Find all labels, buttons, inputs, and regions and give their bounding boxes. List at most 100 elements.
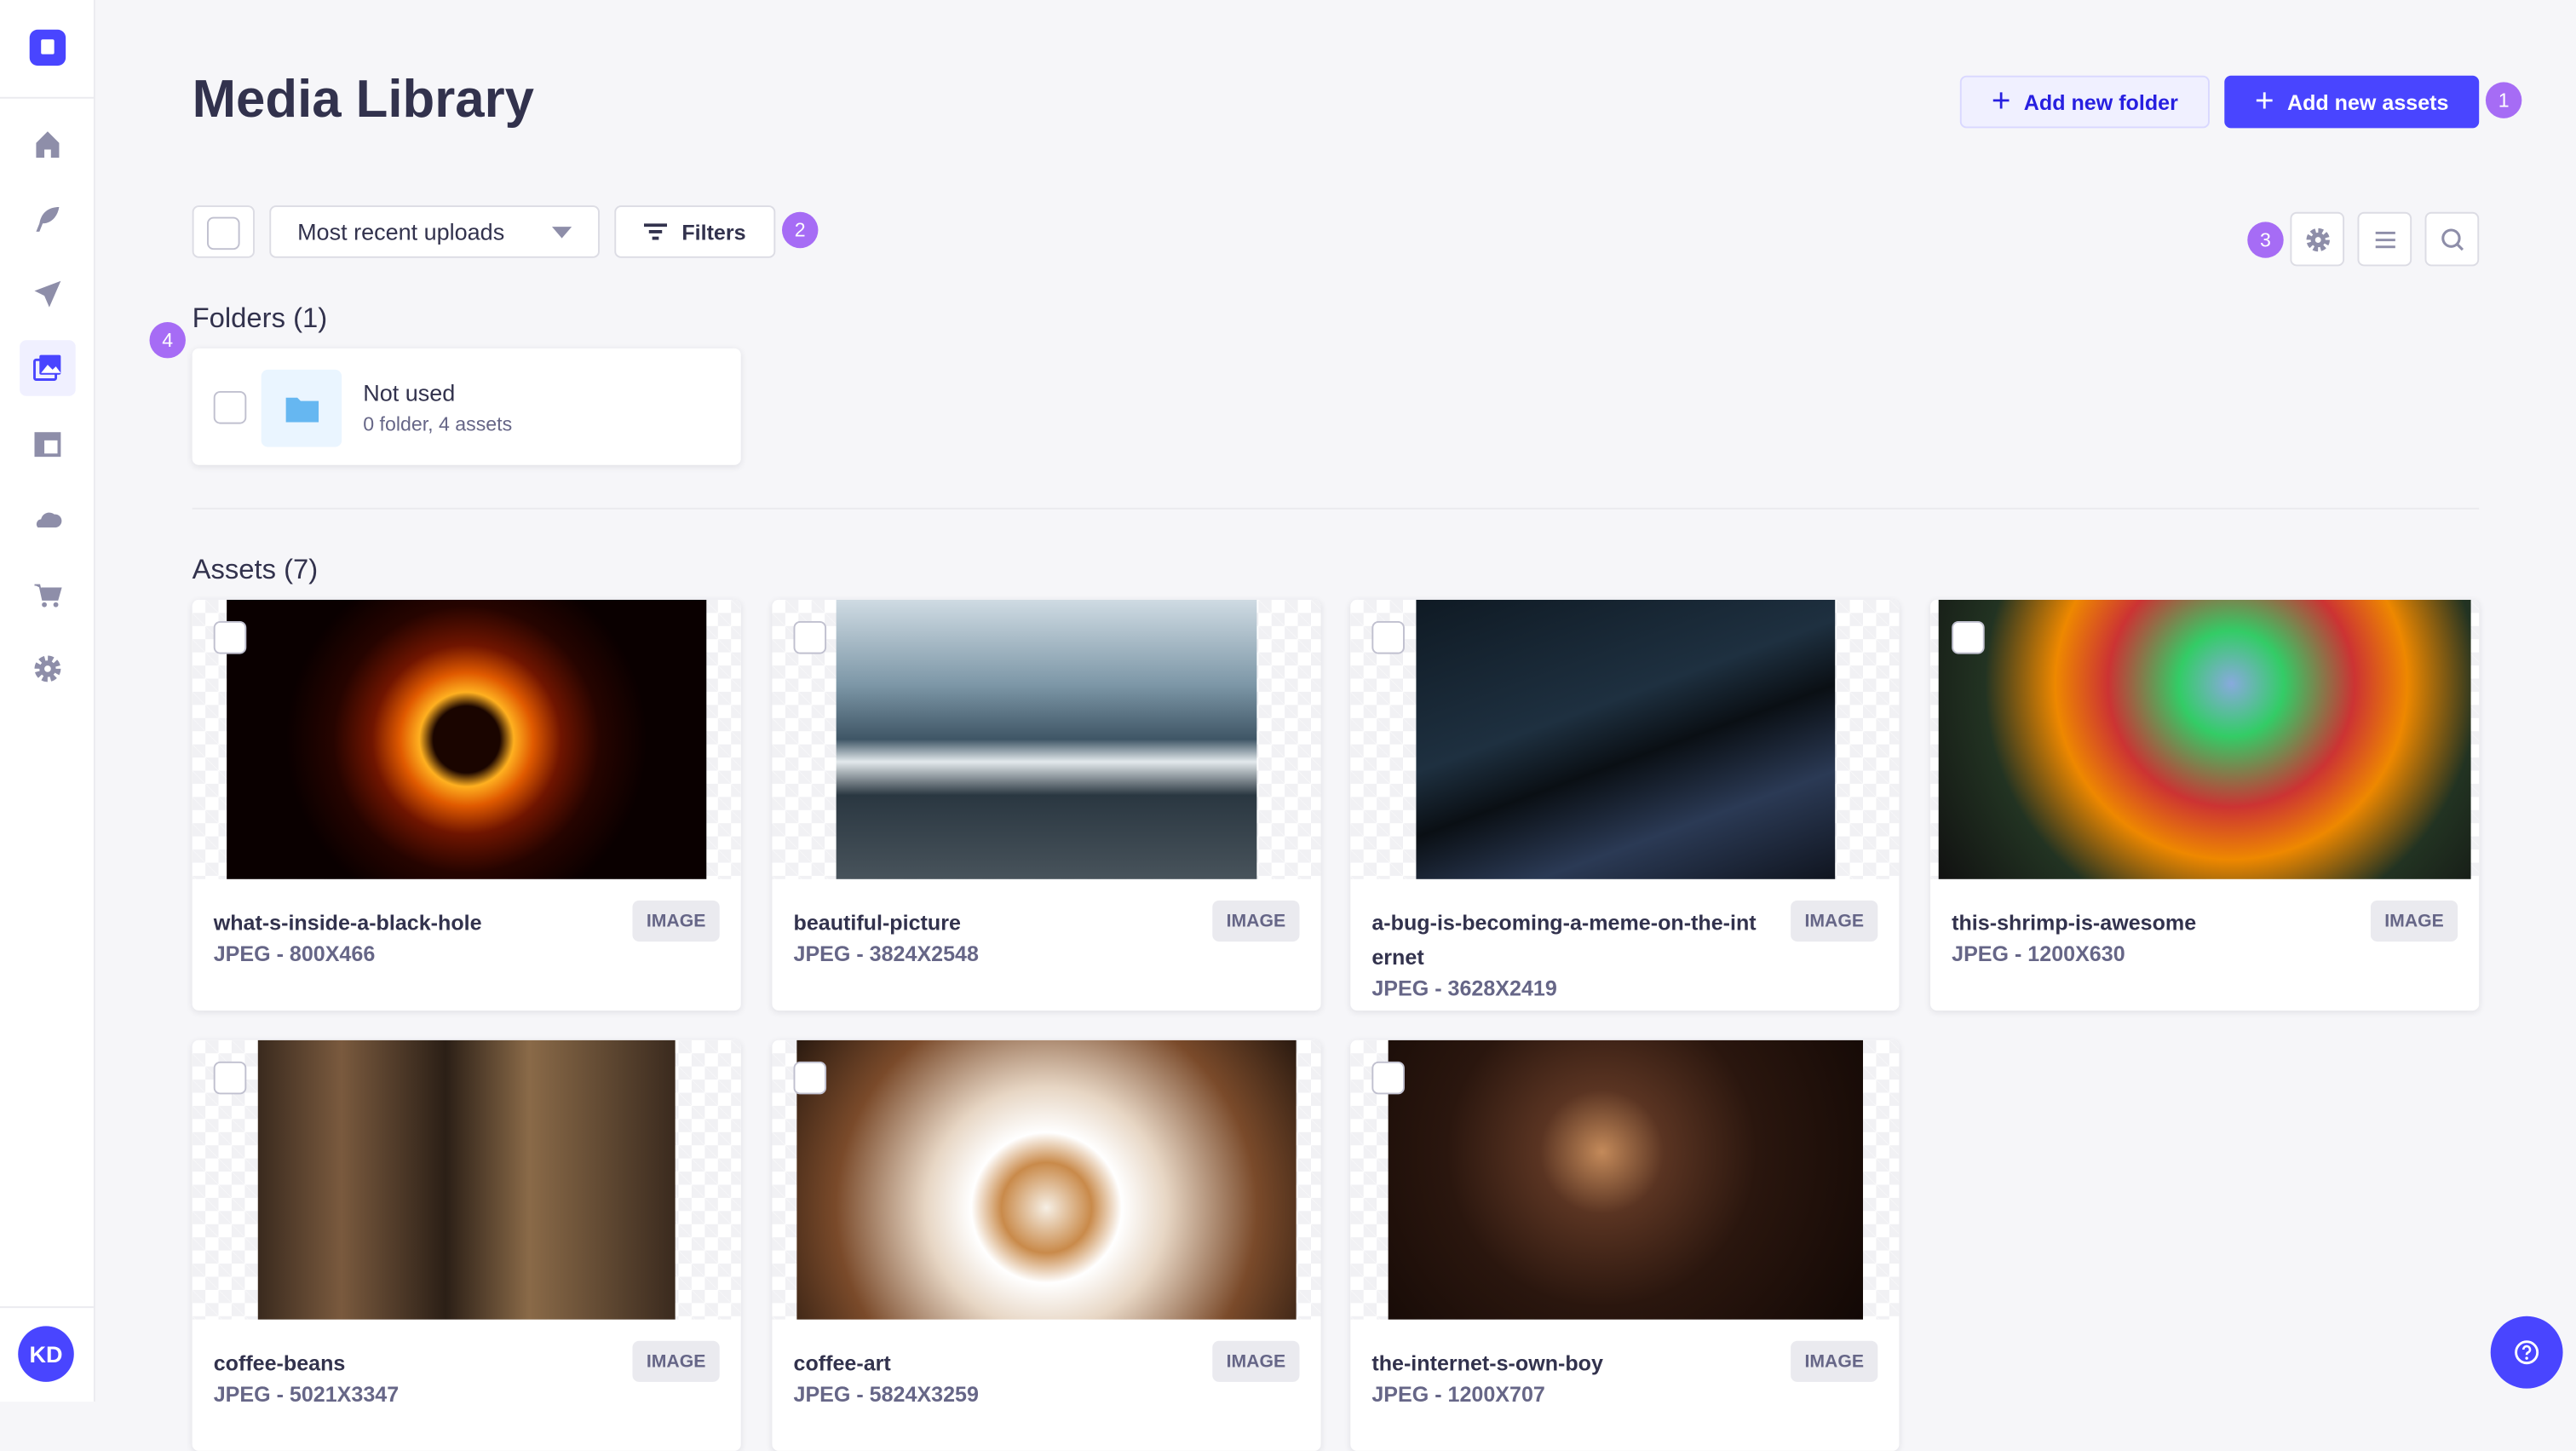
asset-name: this-shrimp-is-awesome JPEG - 1200X630 [1952,906,2346,970]
avatar[interactable]: KD [18,1326,74,1382]
page-title: Media Library [192,68,534,129]
folders-heading: Folders (1) [192,302,328,334]
gear-icon [34,655,61,682]
asset-thumbnail[interactable] [772,599,1321,879]
asset-card[interactable]: coffee-beans JPEG - 5021X3347 IMAGE [192,1039,741,1451]
asset-meta: JPEG - 5021X3347 [213,1381,400,1407]
list-icon [2374,230,2395,248]
asset-name: a-bug-is-becoming-a-meme-on-the-internet… [1371,906,1766,1005]
asset-thumbnail[interactable] [192,599,741,879]
asset-checkbox[interactable] [793,1061,827,1095]
nav-home[interactable] [20,117,76,173]
layout-icon [34,432,61,458]
asset-card[interactable]: what-s-inside-a-black-hole JPEG - 800X466… [192,599,741,1011]
asset-image [1416,599,1836,879]
feather-icon [36,206,60,232]
nav-content-type-builder[interactable] [20,416,76,472]
logo[interactable] [29,29,66,66]
folder-card[interactable]: Not used 0 folder, 4 assets [192,348,741,465]
paper-plane-icon [34,280,61,308]
asset-card[interactable]: beautiful-picture JPEG - 3824X2548 IMAGE [772,599,1321,1011]
caret-down-icon [551,226,572,238]
asset-thumbnail[interactable] [772,1039,1321,1320]
sort-dropdown[interactable]: Most recent uploads [269,205,600,258]
list-view-button[interactable] [2357,211,2412,267]
folder-icon [285,396,319,422]
asset-meta: JPEG - 3628X2419 [1371,976,1557,1001]
nav-content-manager[interactable] [20,191,76,247]
asset-image [796,1039,1297,1320]
nav-cloud[interactable] [20,492,76,548]
asset-meta: JPEG - 5824X3259 [793,1381,979,1407]
asset-meta: JPEG - 1200X630 [1952,941,2125,966]
select-all-checkbox[interactable] [206,216,240,250]
configure-view-button[interactable] [2290,211,2345,267]
add-new-folder-button[interactable]: + Add new folder [1959,75,2210,129]
asset-card[interactable]: the-internet-s-own-boy JPEG - 1200X707 IMA… [1350,1039,1900,1451]
asset-checkbox[interactable] [1371,1061,1405,1095]
asset-checkbox[interactable] [213,1061,247,1095]
asset-meta: JPEG - 1200X707 [1371,1381,1545,1407]
asset-thumbnail[interactable] [1350,599,1900,879]
asset-type-badge: IMAGE [1791,1340,1878,1382]
cloud-icon [36,512,62,528]
asset-thumbnail[interactable] [192,1039,741,1320]
asset-thumbnail[interactable] [1350,1039,1900,1320]
step-badge: 4 [149,321,186,359]
asset-checkbox[interactable] [1952,620,1985,654]
divider [192,507,2480,510]
asset-image [227,599,707,879]
folder-meta: 0 folder, 4 assets [363,412,513,436]
asset-type-badge: IMAGE [1212,1340,1300,1382]
asset-image [1388,1039,1863,1320]
nav-deploy[interactable] [20,266,76,322]
assets-heading: Assets (7) [192,553,319,585]
asset-checkbox[interactable] [213,620,247,654]
asset-image [257,1039,676,1320]
help-icon [2515,1340,2539,1365]
search-button[interactable] [2424,211,2480,267]
asset-checkbox[interactable] [793,620,827,654]
asset-card[interactable]: this-shrimp-is-awesome JPEG - 1200X630 IMA… [1930,599,2480,1011]
divider [0,96,94,99]
help-button[interactable] [2490,1316,2563,1389]
home-icon [36,131,60,158]
step-badge: 3 [2247,222,2284,258]
asset-name: coffee-beans JPEG - 5021X3347 [214,1345,608,1409]
images-icon [33,354,61,381]
folder-checkbox[interactable] [213,390,247,424]
asset-image [1938,599,2471,879]
filter-icon [643,223,667,240]
search-icon [2441,227,2464,250]
asset-name: what-s-inside-a-black-hole JPEG - 800X466 [214,906,608,970]
asset-type-badge: IMAGE [2370,900,2458,942]
divider [0,1306,94,1309]
cart-icon [34,584,62,607]
asset-card[interactable]: coffee-art JPEG - 5824X3259 IMAGE [772,1039,1321,1451]
nav-media-library[interactable] [20,340,76,396]
asset-name: the-internet-s-own-boy JPEG - 1200X707 [1371,1345,1766,1409]
step-badge: 1 [2485,82,2522,118]
gear-icon [2305,227,2329,251]
asset-image [836,599,1257,879]
nav-settings[interactable] [20,641,76,697]
sidebar: KD [0,0,95,1402]
folder-thumb [261,369,342,447]
folder-name[interactable]: Not used [363,379,455,406]
asset-name: beautiful-picture JPEG - 3824X2548 [793,906,1187,970]
asset-meta: JPEG - 800X466 [213,941,376,966]
asset-type-badge: IMAGE [1212,900,1300,942]
step-badge: 2 [781,211,819,249]
asset-type-badge: IMAGE [632,1340,720,1382]
asset-thumbnail[interactable] [1930,599,2480,879]
asset-type-badge: IMAGE [1791,900,1878,942]
add-new-assets-button[interactable]: + Add new assets [2224,75,2480,129]
plus-icon: + [2254,83,2274,119]
asset-meta: JPEG - 3824X2548 [793,941,979,966]
asset-type-badge: IMAGE [632,900,720,942]
nav-marketplace[interactable] [20,567,76,623]
filters-button[interactable]: Filters [614,205,776,258]
asset-card[interactable]: a-bug-is-becoming-a-meme-on-the-internet… [1350,599,1900,1011]
select-all[interactable] [192,205,255,258]
asset-checkbox[interactable] [1371,620,1405,654]
